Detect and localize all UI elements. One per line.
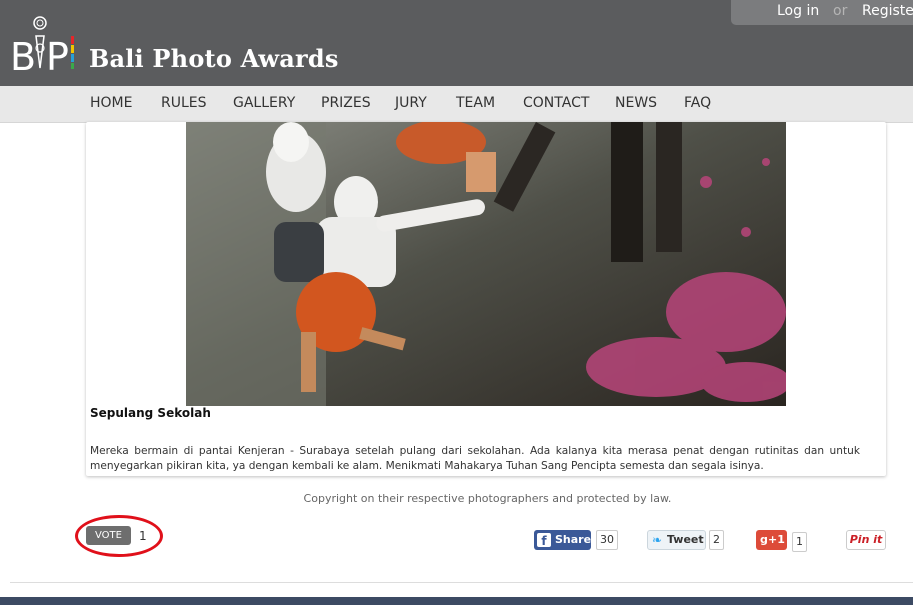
entry-photo[interactable] [186, 122, 786, 406]
svg-text:B: B [10, 35, 36, 74]
facebook-icon: f [537, 533, 551, 548]
nav-home[interactable]: HOME [90, 95, 132, 111]
divider [10, 582, 913, 583]
site-header: B P Bali Photo Awards Log in or Register [0, 0, 913, 86]
gplus-icon: g [760, 533, 768, 546]
gplus-label: +1 [768, 533, 785, 546]
tweet-button[interactable]: ❧ Tweet [647, 530, 706, 550]
nav-gallery[interactable]: GALLERY [233, 95, 295, 111]
login-link[interactable]: Log in [777, 3, 819, 19]
nav-team[interactable]: TEAM [456, 95, 495, 111]
nav-news[interactable]: NEWS [615, 95, 657, 111]
twitter-icon: ❧ [652, 533, 663, 547]
register-link[interactable]: Register [862, 3, 913, 19]
svg-text:P: P [46, 35, 69, 74]
nav-faq[interactable]: FAQ [684, 95, 711, 111]
tweet-count: 2 [709, 530, 724, 550]
photo-description: Mereka bermain di pantai Kenjeran - Sura… [90, 445, 860, 472]
tweet-label: Tweet [667, 533, 704, 546]
vote-highlight-circle [75, 515, 163, 557]
nav-contact[interactable]: CONTACT [523, 95, 589, 111]
site-brand[interactable]: Bali Photo Awards [89, 44, 339, 73]
copyright-text: Copyright on their respective photograph… [303, 492, 672, 505]
facebook-share-button[interactable]: f Share [534, 530, 591, 550]
auth-separator: or [833, 3, 848, 19]
gplus-count: 1 [792, 532, 807, 552]
main-nav: HOME RULES GALLERY PRIZES JURY TEAM CONT… [0, 86, 913, 123]
os-taskbar [0, 597, 913, 605]
auth-bar: Log in or Register [731, 0, 913, 25]
facebook-share-label: Share [555, 533, 592, 546]
facebook-share-count: 30 [596, 530, 618, 550]
nav-rules[interactable]: RULES [161, 95, 207, 111]
bpa-logo-icon[interactable]: B P [10, 14, 82, 74]
pinterest-label: Pin it [849, 533, 883, 546]
photo-title: Sepulang Sekolah [90, 406, 211, 420]
gplus-button[interactable]: g +1 [756, 530, 787, 550]
nav-prizes[interactable]: PRIZES [321, 95, 371, 111]
pinterest-button[interactable]: Pin it [846, 530, 886, 550]
nav-jury[interactable]: JURY [395, 95, 427, 111]
